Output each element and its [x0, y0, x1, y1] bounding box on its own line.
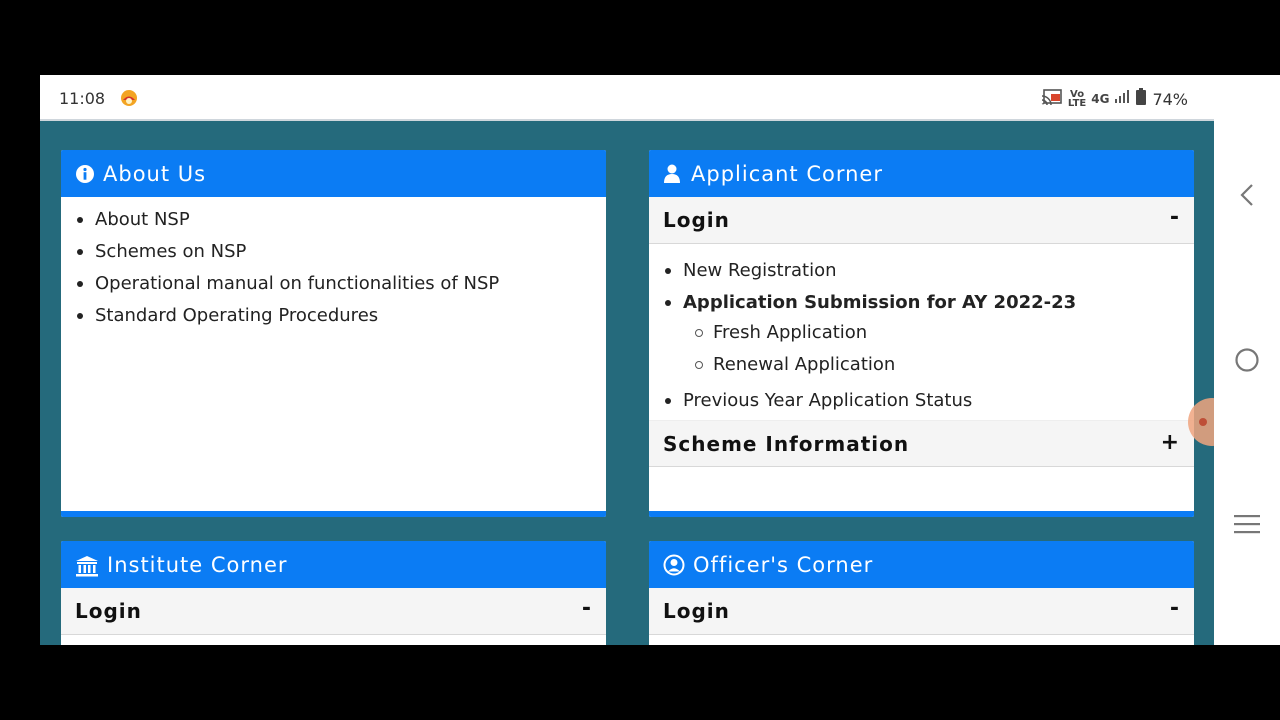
applicant-login-list: New Registration Application Submission … — [649, 244, 1194, 316]
about-us-title: About Us — [103, 161, 207, 186]
institution-icon — [75, 555, 99, 576]
officer-login-label: Login — [663, 599, 730, 623]
user-circle-icon — [663, 554, 685, 576]
volte-indicator: Vo LTE — [1067, 89, 1087, 109]
collapse-minus-icon[interactable]: - — [1170, 205, 1180, 230]
expand-plus-icon[interactable]: + — [1161, 430, 1180, 455]
about-nsp-link[interactable]: About NSP — [75, 207, 606, 239]
applicant-corner-title: Applicant Corner — [691, 161, 883, 186]
collapse-minus-icon[interactable]: - — [1170, 596, 1180, 621]
applicant-corner-panel: Applicant Corner Login - New Registratio… — [649, 150, 1194, 517]
institute-corner-panel: Institute Corner Login - — [61, 541, 606, 645]
back-chevron-icon[interactable] — [1232, 180, 1262, 210]
scheme-information-toggle[interactable]: Scheme Information + — [649, 420, 1194, 467]
renewal-application-link[interactable]: Renewal Application — [695, 352, 1194, 384]
status-indicators: Vo LTE 4G 74% — [1041, 88, 1188, 110]
institute-login-label: Login — [75, 599, 142, 623]
institute-corner-title: Institute Corner — [107, 552, 288, 577]
officer-login-toggle[interactable]: Login - — [649, 588, 1194, 635]
officers-corner-title: Officer's Corner — [693, 552, 874, 577]
application-submission-item: Application Submission for AY 2022-23 — [663, 290, 1194, 316]
applicant-login-toggle[interactable]: Login - — [649, 197, 1194, 244]
user-icon — [663, 164, 683, 184]
menu-lines-icon[interactable] — [1232, 509, 1262, 539]
schemes-on-nsp-link[interactable]: Schemes on NSP — [75, 239, 606, 271]
institute-corner-header: Institute Corner — [61, 541, 606, 588]
panel-bottom-bar — [61, 511, 606, 517]
phone-screen: 11:08 Vo LTE 4G 74% About Us About NSP S… — [40, 75, 1214, 645]
applicant-login-list-extra: Previous Year Application Status — [649, 388, 1194, 420]
signal-icon — [1114, 90, 1130, 108]
status-bar: 11:08 Vo LTE 4G 74% — [40, 75, 1214, 121]
scheme-information-label: Scheme Information — [663, 431, 910, 456]
cast-icon — [1041, 88, 1063, 110]
android-nav-bar — [1214, 75, 1280, 645]
collapse-minus-icon[interactable]: - — [582, 596, 592, 621]
officers-corner-header: Officer's Corner — [649, 541, 1194, 588]
status-time: 11:08 — [59, 89, 106, 108]
home-circle-icon[interactable] — [1232, 345, 1262, 375]
about-us-list: About NSP Schemes on NSP Operational man… — [61, 197, 606, 335]
officers-corner-panel: Officer's Corner Login - — [649, 541, 1194, 645]
about-us-panel: About Us About NSP Schemes on NSP Operat… — [61, 150, 606, 517]
info-circle-icon — [75, 164, 95, 184]
standard-operating-procedures-link[interactable]: Standard Operating Procedures — [75, 303, 606, 335]
panel-bottom-bar — [649, 511, 1194, 517]
notification-app-icon — [120, 89, 138, 107]
fresh-application-link[interactable]: Fresh Application — [695, 320, 1194, 352]
applicant-corner-header: Applicant Corner — [649, 150, 1194, 197]
institute-login-toggle[interactable]: Login - — [61, 588, 606, 635]
applicant-login-label: Login — [663, 208, 730, 232]
application-submission-sublist: Fresh Application Renewal Application — [649, 320, 1194, 384]
network-type: 4G — [1091, 92, 1110, 106]
new-registration-link[interactable]: New Registration — [663, 258, 1194, 290]
about-us-header: About Us — [61, 150, 606, 197]
operational-manual-link[interactable]: Operational manual on functionalities of… — [75, 271, 606, 303]
battery-icon — [1135, 88, 1147, 110]
previous-year-status-link[interactable]: Previous Year Application Status — [663, 388, 1194, 420]
battery-percent: 74% — [1152, 89, 1188, 109]
